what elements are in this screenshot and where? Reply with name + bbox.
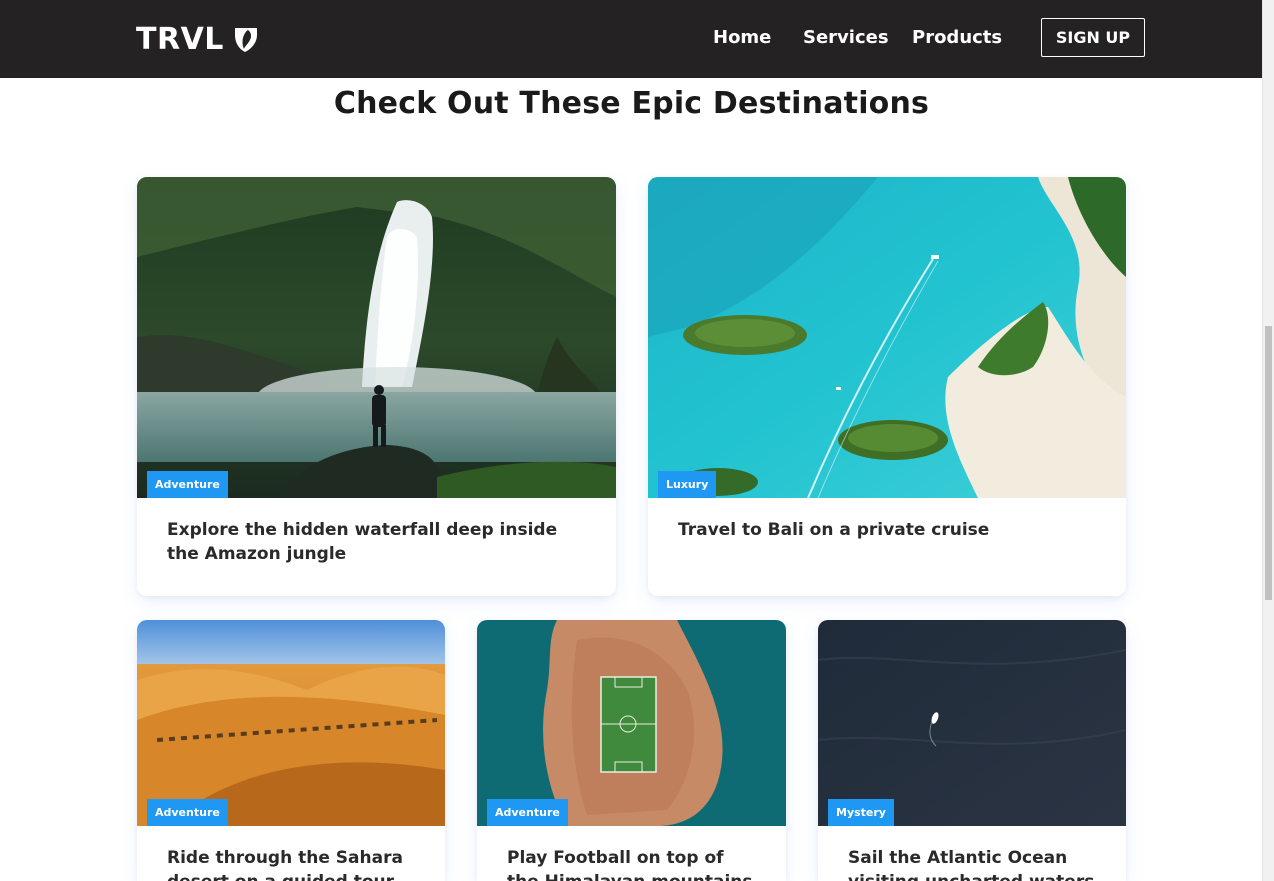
category-tag: Adventure [147,471,228,498]
navbar: TRVL Home Services Products SIGN UP [0,0,1263,78]
page-heading: Check Out These Epic Destinations [333,86,930,121]
scrollbar-thumb[interactable] [1265,326,1272,600]
card-image-ocean: Mystery [818,620,1126,826]
waterfall-image [137,177,616,498]
category-tag: Mystery [828,799,894,826]
destination-card[interactable]: Luxury Travel to Bali on a private cruis… [648,177,1126,596]
signup-button[interactable]: SIGN UP [1041,18,1145,57]
category-tag: Adventure [487,799,568,826]
category-tag: Adventure [147,799,228,826]
page-scrollbar[interactable] [1262,0,1274,881]
desert-image [137,620,445,826]
nav-products-link[interactable]: Products [912,27,1002,48]
card-image-lagoon: Luxury [648,177,1126,498]
nav-home-link[interactable]: Home [713,27,771,48]
destination-card[interactable]: Adventure Explore the hidden waterfall d… [137,177,616,596]
ocean-image [818,620,1126,826]
football-island-image [477,620,786,826]
card-title: Explore the hidden waterfall deep inside… [167,520,558,564]
card-image-desert: Adventure [137,620,445,826]
nav-services-link[interactable]: Services [803,27,889,48]
destination-card[interactable]: Adventure Play Football on top of the Hi… [477,620,786,881]
card-title: Sail the Atlantic Ocean visiting unchart… [848,848,1094,881]
destination-card[interactable]: Mystery Sail the Atlantic Ocean visiting… [818,620,1126,881]
card-title: Travel to Bali on a private cruise [678,520,990,540]
card-title: Play Football on top of the Himalayan mo… [507,848,753,881]
category-tag: Luxury [658,471,717,498]
card-title: Ride through the Sahara desert on a guid… [167,848,403,881]
lagoon-image [648,177,1126,498]
card-image-waterfall: Adventure [137,177,616,498]
card-image-football: Adventure [477,620,786,826]
destination-card[interactable]: Adventure Ride through the Sahara desert… [137,620,445,881]
